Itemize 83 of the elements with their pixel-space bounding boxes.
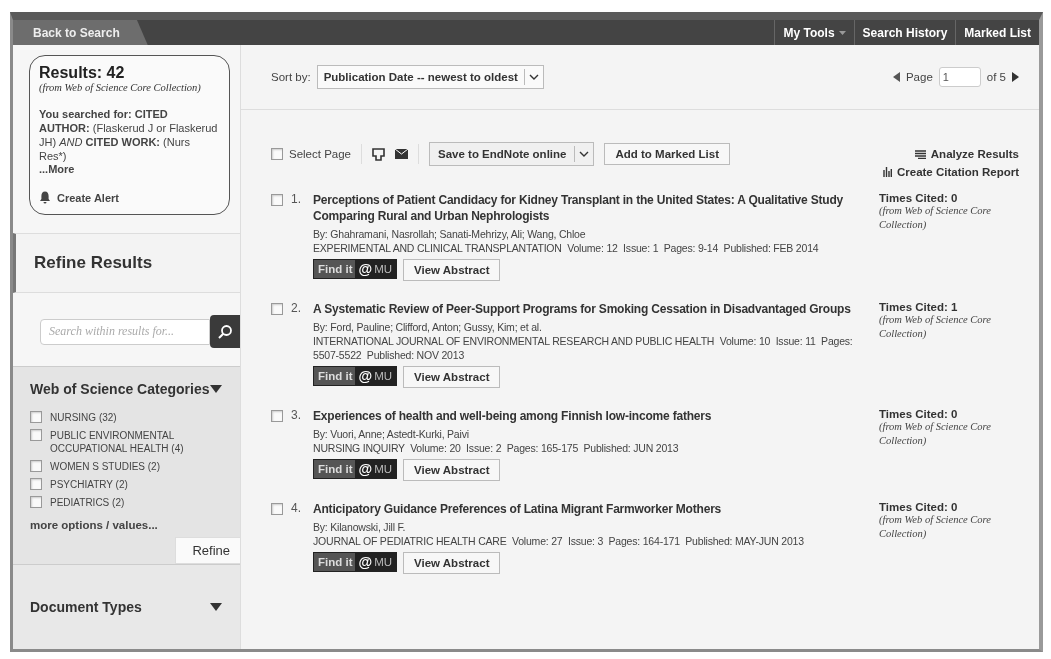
source-text: JOURNAL OF PEDIATRIC HEALTH CARE Volume: 27 Issue: 3 Pages: 164-171 Published: MAY-JUN 2013 — [313, 534, 805, 548]
save-to-endnote-dropdown[interactable]: Save to EndNote online — [429, 142, 595, 166]
authors-text: By: Ford, Pauline; Clifford, Anton; Gussy, Kim; et al. — [313, 320, 543, 334]
page-number-field[interactable]: 1 — [938, 67, 981, 87]
times-cited-text: Times Cited: 0 — [879, 192, 959, 204]
checkbox[interactable] — [271, 410, 283, 422]
record-number: 3. — [291, 408, 302, 422]
select-page-label: Select Page — [289, 148, 351, 160]
refine-title: Refine Results — [34, 253, 153, 273]
more-options-link[interactable]: more options / values... — [13, 519, 240, 531]
category-label: PUBLIC ENVIRONMENTAL OCCUPATIONAL HEALTH (4) — [50, 429, 185, 455]
record-title-link[interactable]: Experiences of health and well-being among Finnish low-income fathers — [313, 408, 859, 424]
checkbox[interactable] — [271, 194, 283, 206]
authors-text: By: Vuori, Anne; Astedt-Kurki, Paivi — [313, 427, 470, 441]
view-abstract-button[interactable]: View Abstract — [403, 459, 501, 481]
source-note: (from Web of Science Core Collection) — [879, 313, 992, 341]
create-alert-link[interactable]: Create Alert — [39, 191, 220, 204]
search-button[interactable] — [210, 315, 240, 348]
source-note: (from Web of Science Core Collection) — [879, 513, 992, 541]
page-label: Page — [905, 71, 933, 83]
checkbox[interactable] — [30, 496, 42, 508]
view-abstract-button[interactable]: View Abstract — [403, 259, 501, 281]
find-it-button[interactable]: Find it @MU — [313, 552, 398, 572]
find-it-button[interactable]: Find it @MU — [313, 259, 398, 279]
lines-icon — [914, 149, 926, 159]
menu-link[interactable]: Marked List — [955, 20, 1039, 45]
expand-triangle-icon[interactable] — [210, 385, 222, 393]
sort-dropdown[interactable]: Publication Date -- newest to oldest — [316, 65, 544, 89]
bell-icon — [39, 191, 51, 204]
query-text: You searched for: CITED AUTHOR: (Flaskerud J or Flaskerud JH) AND CITED WORK: (Nurs Res*) — [39, 107, 219, 163]
times-cited-text: Times Cited: 0 — [879, 408, 959, 420]
section-title: Document Types — [30, 599, 142, 615]
search-icon — [217, 323, 233, 340]
authors-text: By: Ghahramani, Nasrollah; Sanati-Mehrizy, Ali; Wang, Chloe — [313, 227, 587, 241]
times-cited-text: Times Cited: 0 — [879, 501, 959, 513]
source-text: EXPERIMENTAL AND CLINICAL TRANSPLANTATION Volume: 12 Issue: 1 Pages: 9-14 Published: FEB 2014 — [313, 241, 820, 255]
record-title-link[interactable]: A Systematic Review of Peer-Support Programs for Smoking Cessation in Disadvantaged Groups — [313, 301, 859, 317]
bar-chart-icon — [882, 167, 892, 177]
results-count: Results: 42 — [39, 64, 126, 82]
category-label: PSYCHIATRY (2) — [50, 478, 128, 491]
checkbox[interactable] — [271, 303, 283, 315]
search-field[interactable]: Search within results for... — [40, 318, 210, 345]
record-number: 4. — [291, 501, 302, 515]
category-label: WOMEN S STUDIES (2) — [50, 460, 160, 473]
source-note: (from Web of Science Core Collection) — [39, 82, 202, 93]
checkbox[interactable] — [30, 460, 42, 472]
checkbox[interactable] — [30, 411, 42, 423]
section-title: Web of Science Categories — [30, 381, 210, 397]
sort-label: Sort by: — [271, 71, 311, 83]
analyze-results-link[interactable]: Analyze Results — [914, 148, 1019, 160]
source-text: NURSING INQUIRY Volume: 20 Issue: 2 Pages: 165-175 Published: JUN 2013 — [313, 441, 680, 455]
back-to-search-link[interactable]: Back to Search — [13, 20, 148, 45]
source-text: INTERNATIONAL JOURNAL OF ENVIRONMENTAL RESEARCH AND PUBLIC HEALTH Volume: 10 Issue: 11 Pages: 5507-5522 Published: NOV 2013 — [313, 334, 854, 362]
add-to-marked-list-button[interactable]: Add to Marked List — [604, 143, 730, 165]
print-icon[interactable] — [372, 147, 385, 161]
times-cited-text: Times Cited: 1 — [879, 301, 959, 313]
category-label: NURSING (32) — [50, 411, 117, 424]
record-title-link[interactable]: Anticipatory Guidance Preferences of Latina Migrant Farmworker Mothers — [313, 501, 859, 517]
checkbox[interactable] — [271, 148, 283, 160]
mail-icon[interactable] — [395, 149, 408, 159]
more-link[interactable]: ...More — [39, 163, 220, 175]
authors-text: By: Kilanowski, Jill F. — [313, 520, 407, 534]
category-label: PEDIATRICS (2) — [50, 496, 125, 509]
record-number: 2. — [291, 301, 302, 315]
view-abstract-button[interactable]: View Abstract — [403, 552, 501, 574]
previous-page-icon[interactable] — [892, 72, 900, 82]
find-it-button[interactable]: Find it @MU — [313, 459, 398, 479]
find-it-button[interactable]: Find it @MU — [313, 366, 398, 386]
expand-triangle-icon[interactable] — [210, 603, 222, 611]
source-note: (from Web of Science Core Collection) — [879, 420, 992, 448]
refine-button[interactable]: Refine — [175, 537, 240, 564]
create-citation-report-link[interactable]: Create Citation Report — [882, 166, 1019, 178]
source-note: (from Web of Science Core Collection) — [879, 204, 992, 232]
record-number: 1. — [291, 192, 302, 206]
next-page-icon[interactable] — [1012, 72, 1019, 82]
page-count: of 5 — [986, 71, 1006, 83]
view-abstract-button[interactable]: View Abstract — [403, 366, 501, 388]
checkbox[interactable] — [30, 429, 42, 441]
checkbox[interactable] — [30, 478, 42, 490]
checkbox[interactable] — [271, 503, 283, 515]
record-title-link[interactable]: Perceptions of Patient Candidacy for Kidney Transplant in the United States: A Qualitative Study Comparing Rural and Urban Nephrologists — [313, 192, 859, 224]
menu-link[interactable]: My Tools — [774, 20, 854, 45]
menu-link[interactable]: Search History — [853, 20, 956, 45]
